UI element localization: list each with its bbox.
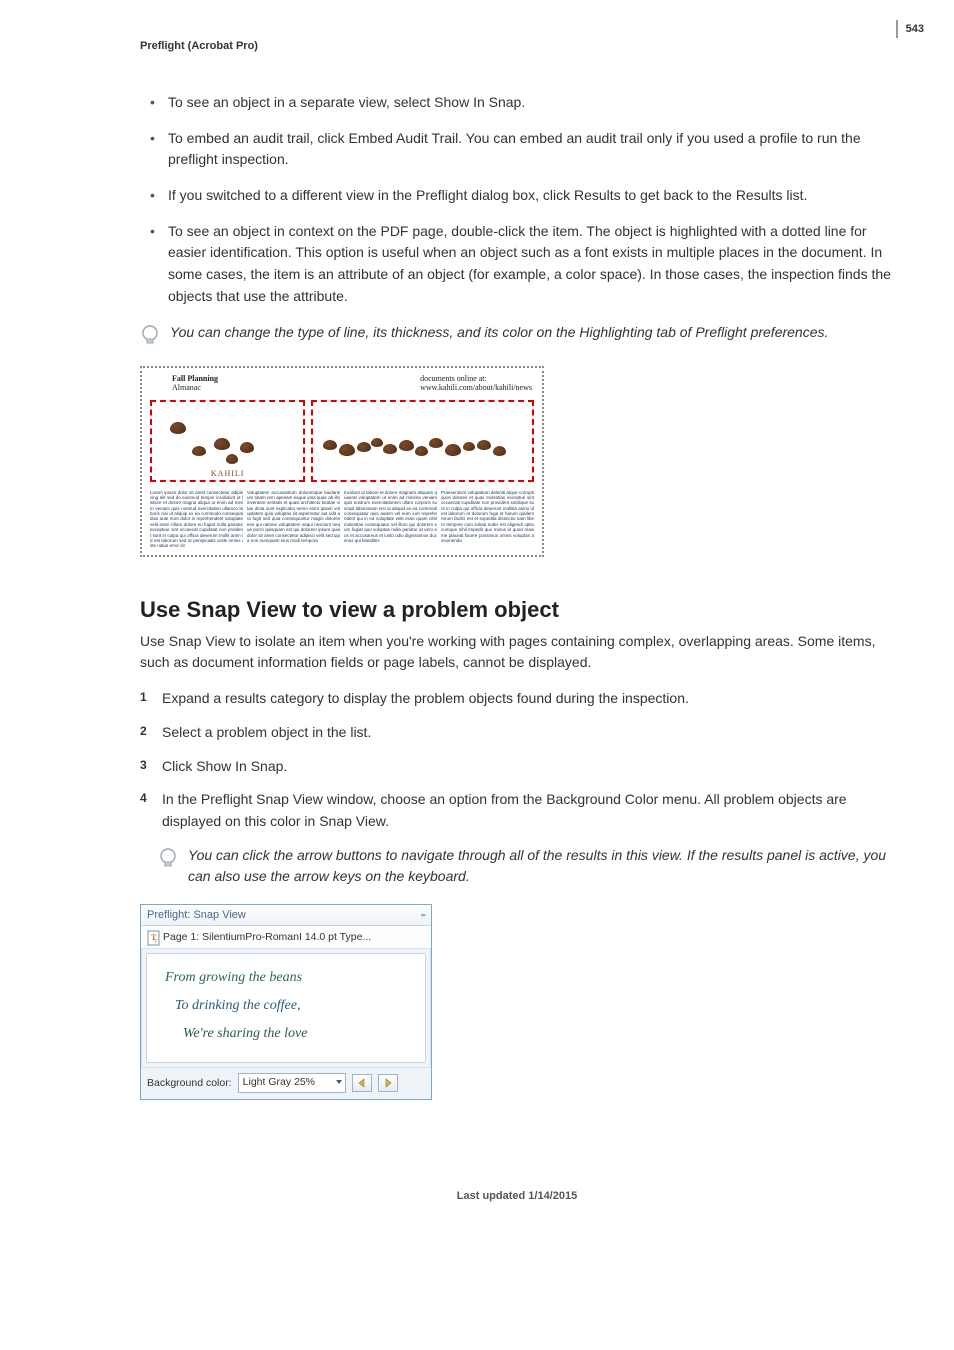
numbered-steps: Expand a results category to display the… bbox=[140, 688, 894, 832]
document-page: 543 Preflight (Acrobat Pro) To see an ob… bbox=[0, 0, 954, 1282]
tip-text: You can change the type of line, its thi… bbox=[170, 322, 828, 344]
lightbulb-icon bbox=[140, 324, 160, 348]
snap-view-window: Preflight: Snap View ▪▪ T T Page 1: Sile… bbox=[140, 904, 432, 1100]
window-menu-icon[interactable]: ▪▪ bbox=[421, 910, 425, 920]
step-item: Expand a results category to display the… bbox=[140, 688, 894, 710]
snap-text-line: We're sharing the love bbox=[165, 1020, 415, 1048]
figure-image-highlighted: KAHILI bbox=[150, 400, 305, 482]
snap-view-footer: Background color: Light Gray 25% bbox=[141, 1067, 431, 1099]
snap-view-page-label: Page 1: SilentiumPro-RomanI 14.0 pt Type… bbox=[163, 931, 371, 943]
section-intro: Use Snap View to isolate an item when yo… bbox=[140, 631, 894, 674]
bullet-item: If you switched to a different view in t… bbox=[150, 185, 894, 207]
page-number: 543 bbox=[896, 20, 924, 38]
figure-header: Fall Planning Almanac documents online a… bbox=[142, 368, 542, 396]
figure-label-right-bottom: www.kahili.com/about/kahili/news bbox=[420, 383, 532, 392]
snap-view-subtitle: T T Page 1: SilentiumPro-RomanI 14.0 pt … bbox=[141, 926, 431, 949]
snap-view-title-text: Preflight: Snap View bbox=[147, 909, 246, 921]
bullet-item: To see an object in a separate view, sel… bbox=[150, 92, 894, 114]
lightbulb-icon bbox=[158, 847, 178, 871]
bullet-item: To embed an audit trail, click Embed Aud… bbox=[150, 128, 894, 171]
figure-label-left-bottom: Almanac bbox=[172, 383, 218, 392]
step-item: In the Preflight Snap View window, choos… bbox=[140, 789, 894, 832]
snap-text-line: To drinking the coffee, bbox=[165, 992, 415, 1020]
section-heading: Use Snap View to view a problem object bbox=[140, 597, 894, 623]
figure-image-highlighted bbox=[311, 400, 534, 482]
step-item: Select a problem object in the list. bbox=[140, 722, 894, 744]
header-breadcrumb: Preflight (Acrobat Pro) bbox=[140, 40, 894, 52]
snap-text-line: From growing the beans bbox=[165, 964, 415, 992]
figure-label-right-top: documents online at: bbox=[420, 374, 532, 383]
snap-view-content: From growing the beans To drinking the c… bbox=[146, 953, 426, 1063]
tip-text: You can click the arrow buttons to navig… bbox=[188, 845, 894, 888]
brand-label: KAHILI bbox=[211, 469, 245, 478]
svg-text:T: T bbox=[154, 939, 158, 945]
figure-body-text: Lorem ipsum dolor sit amet consectetur a… bbox=[142, 486, 542, 555]
previous-result-button[interactable] bbox=[352, 1074, 372, 1092]
background-color-label: Background color: bbox=[147, 1077, 232, 1089]
background-color-select[interactable]: Light Gray 25% bbox=[238, 1073, 346, 1093]
bullet-list: To see an object in a separate view, sel… bbox=[150, 92, 894, 308]
snap-view-titlebar[interactable]: Preflight: Snap View ▪▪ bbox=[141, 905, 431, 926]
page-text-icon: T T bbox=[147, 930, 159, 944]
highlighted-object-figure: Fall Planning Almanac documents online a… bbox=[140, 366, 544, 557]
figure-images-row: KAHILI bbox=[142, 396, 542, 486]
next-result-button[interactable] bbox=[378, 1074, 398, 1092]
bullet-item: To see an object in context on the PDF p… bbox=[150, 221, 894, 308]
figure-label-left-top: Fall Planning bbox=[172, 374, 218, 383]
page-footer: Last updated 1/14/2015 bbox=[140, 1190, 894, 1202]
tip-callout: You can change the type of line, its thi… bbox=[140, 322, 894, 348]
step-item: Click Show In Snap. bbox=[140, 756, 894, 778]
tip-callout: You can click the arrow buttons to navig… bbox=[158, 845, 894, 888]
